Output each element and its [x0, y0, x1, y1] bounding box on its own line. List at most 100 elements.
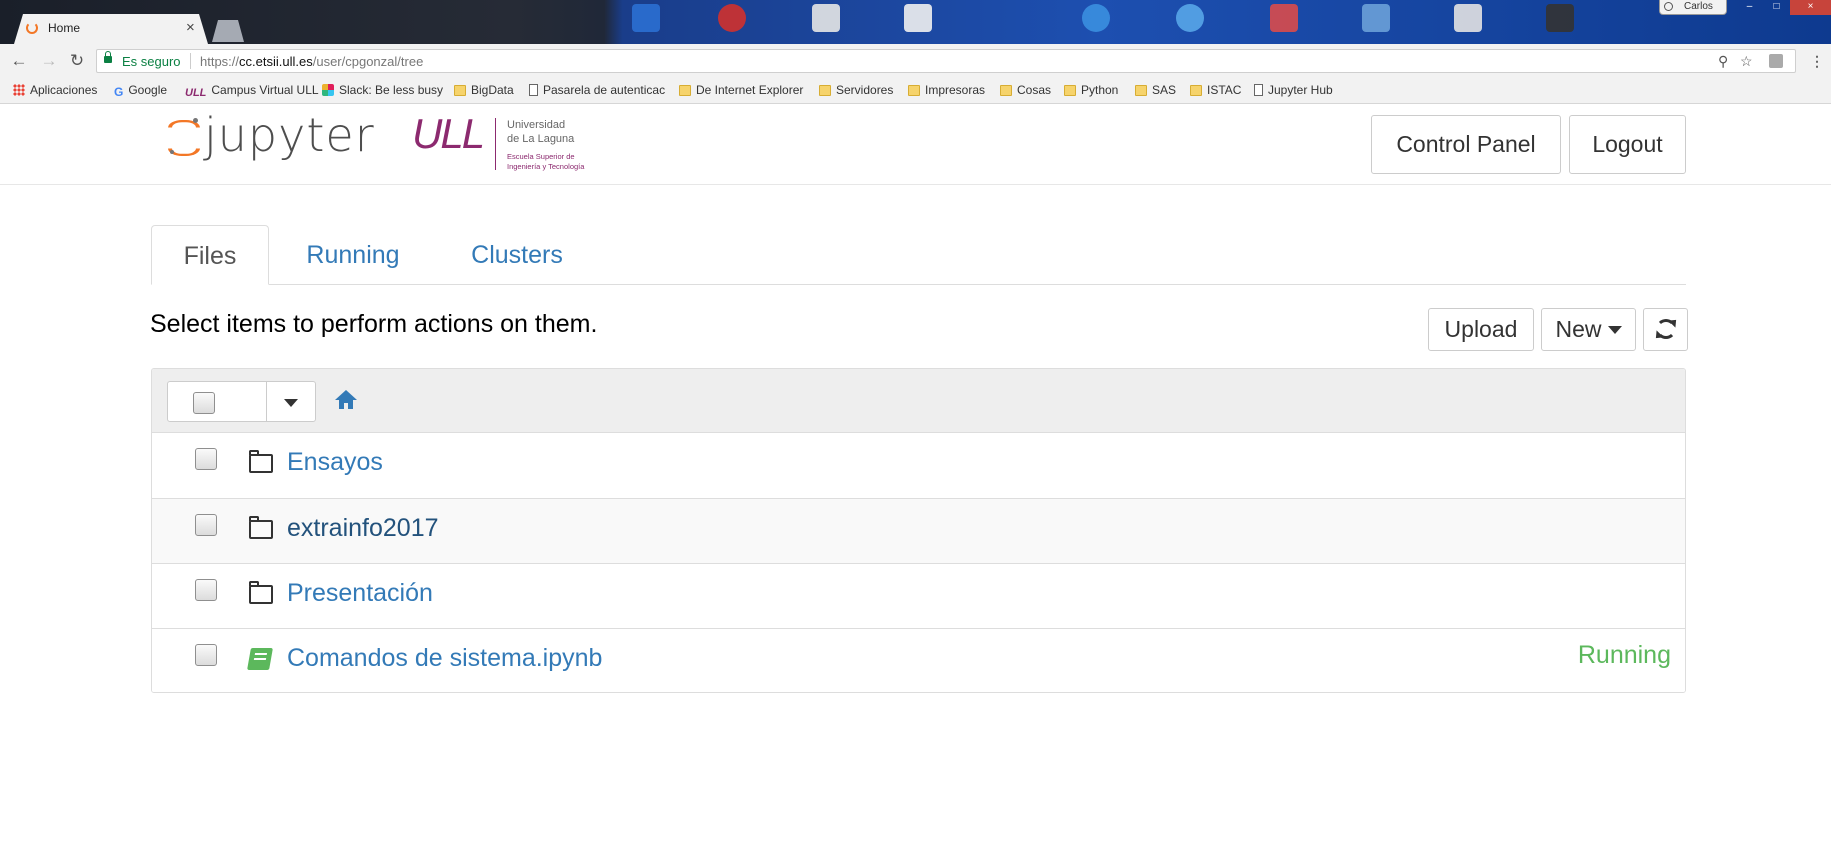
bookmark-label: Aplicaciones — [30, 83, 98, 97]
tab-running[interactable]: Running — [286, 225, 420, 285]
desktop-shortcut-icon — [812, 4, 840, 32]
tab-clusters[interactable]: Clusters — [452, 225, 582, 285]
zoom-icon[interactable]: ⚲ — [1718, 53, 1728, 70]
refresh-button[interactable] — [1643, 308, 1688, 351]
desktop-shortcut-icon — [1270, 4, 1298, 32]
bookmark-slack[interactable]: Slack: Be less busy — [322, 83, 443, 97]
item-link[interactable]: Comandos de sistema.ipynb — [287, 644, 602, 673]
control-panel-button[interactable]: Control Panel — [1371, 115, 1561, 174]
caret-down-icon[interactable] — [284, 399, 298, 407]
bookmark-istac[interactable]: ISTAC — [1190, 83, 1241, 97]
tab-files[interactable]: Files — [151, 225, 269, 285]
ull-icon: ULL — [185, 87, 207, 99]
bookmark-sas[interactable]: SAS — [1135, 83, 1176, 97]
folder-icon — [1064, 85, 1076, 96]
star-icon[interactable]: ☆ — [1740, 53, 1753, 70]
close-window-button[interactable]: × — [1790, 0, 1831, 15]
bookmark-internet-explorer[interactable]: De Internet Explorer — [679, 83, 803, 97]
notebook-icon — [247, 648, 273, 670]
folder-icon — [1135, 85, 1147, 96]
list-item[interactable]: Presentación — [152, 563, 1685, 628]
desktop-shortcut-icon — [904, 4, 932, 32]
jupyter-wordmark[interactable]: jupyter — [204, 108, 375, 162]
jupyter-logo-icon[interactable] — [168, 118, 200, 156]
school-name: Escuela Superior de Ingeniería y Tecnolo… — [507, 152, 584, 172]
secure-label[interactable]: Es seguro — [122, 54, 181, 69]
file-list-header — [152, 369, 1685, 433]
profile-button[interactable]: Carlos — [1659, 0, 1727, 15]
folder-icon — [908, 85, 920, 96]
item-checkbox[interactable] — [195, 579, 217, 601]
item-checkbox[interactable] — [195, 448, 217, 470]
school-line-2: Ingeniería y Tecnología — [507, 162, 585, 171]
select-all-checkbox[interactable] — [193, 392, 215, 414]
bookmark-label: Pasarela de autenticac — [543, 83, 666, 97]
tab-close-icon[interactable]: × — [186, 19, 195, 36]
bookmark-label: Cosas — [1017, 83, 1052, 97]
folder-icon — [454, 85, 466, 96]
refresh-icon — [1656, 319, 1676, 339]
bookmark-aplicaciones[interactable]: Aplicaciones — [13, 83, 97, 97]
ull-logo: ULL — [412, 110, 485, 157]
pdf-extension-icon[interactable] — [1769, 54, 1783, 68]
bookmark-label: SAS — [1152, 83, 1177, 97]
list-item[interactable]: Ensayos — [152, 433, 1685, 498]
select-divider — [266, 382, 267, 421]
item-link[interactable]: Ensayos — [287, 448, 383, 477]
item-link[interactable]: Presentación — [287, 579, 433, 608]
home-door — [344, 403, 348, 409]
list-item[interactable]: Comandos de sistema.ipynb Running — [152, 628, 1685, 692]
upload-button[interactable]: Upload — [1428, 308, 1534, 351]
bookmark-label: ISTAC — [1207, 83, 1242, 97]
bookmark-label: Python — [1081, 83, 1119, 97]
bookmark-label: Google — [128, 83, 168, 97]
bookmark-label: Slack: Be less busy — [339, 83, 444, 97]
apps-icon — [13, 84, 25, 96]
page-icon — [1254, 84, 1263, 96]
item-link[interactable]: extrainfo2017 — [287, 514, 439, 543]
list-item[interactable]: extrainfo2017 — [152, 498, 1685, 563]
bookmark-label: Jupyter Hub — [1268, 83, 1333, 97]
caret-down-icon — [1607, 326, 1622, 334]
folder-icon — [679, 85, 691, 96]
bookmark-python[interactable]: Python — [1064, 83, 1118, 97]
url-path: /user/cpgonzal/tree — [312, 54, 424, 69]
new-button[interactable]: New — [1541, 308, 1636, 351]
browser-tab-home[interactable] — [14, 14, 208, 44]
logo-moon-dot — [170, 150, 174, 154]
lock-icon[interactable] — [104, 51, 112, 63]
url-host: cc.etsii.ull.es — [239, 54, 313, 69]
logout-button[interactable]: Logout — [1569, 115, 1686, 174]
back-button[interactable]: ← — [10, 51, 28, 71]
bookmark-google[interactable]: G Google — [114, 83, 167, 99]
select-all-group[interactable] — [167, 381, 316, 422]
desktop-shortcut-icon — [1546, 4, 1574, 32]
bookmark-label: De Internet Explorer — [696, 83, 804, 97]
logo-moon-dot — [193, 118, 198, 123]
minimize-button[interactable]: – — [1736, 0, 1763, 15]
home-icon[interactable] — [335, 390, 357, 410]
google-icon: G — [114, 85, 124, 99]
browser-tab-title: Home — [48, 21, 81, 35]
ull-logo-divider — [495, 118, 496, 170]
forward-button[interactable]: → — [40, 51, 58, 71]
url-text[interactable]: https://cc.etsii.ull.es/user/cpgonzal/tr… — [200, 54, 423, 69]
bookmark-impresoras[interactable]: Impresoras — [908, 83, 985, 97]
bookmark-label: Campus Virtual ULL — [211, 83, 319, 97]
url-protocol: https:// — [200, 54, 240, 69]
bookmark-label: Impresoras — [925, 83, 986, 97]
bookmark-bigdata[interactable]: BigData — [454, 83, 514, 97]
item-checkbox[interactable] — [195, 514, 217, 536]
folder-icon — [249, 450, 273, 473]
reload-button[interactable]: ↻ — [68, 51, 86, 71]
bookmark-servidores[interactable]: Servidores — [819, 83, 893, 97]
bookmark-campus-virtual[interactable]: ULL Campus Virtual ULL — [185, 83, 319, 99]
bookmark-pasarela[interactable]: Pasarela de autenticac — [529, 83, 665, 97]
bookmark-jupyter-hub[interactable]: Jupyter Hub — [1254, 83, 1333, 97]
maximize-button[interactable]: □ — [1763, 0, 1790, 15]
bookmark-cosas[interactable]: Cosas — [1000, 83, 1051, 97]
desktop-shortcut-icon — [1176, 4, 1204, 32]
item-checkbox[interactable] — [195, 644, 217, 666]
desktop-shortcut-icon — [1454, 4, 1482, 32]
menu-icon[interactable]: ⋮ — [1810, 53, 1824, 70]
